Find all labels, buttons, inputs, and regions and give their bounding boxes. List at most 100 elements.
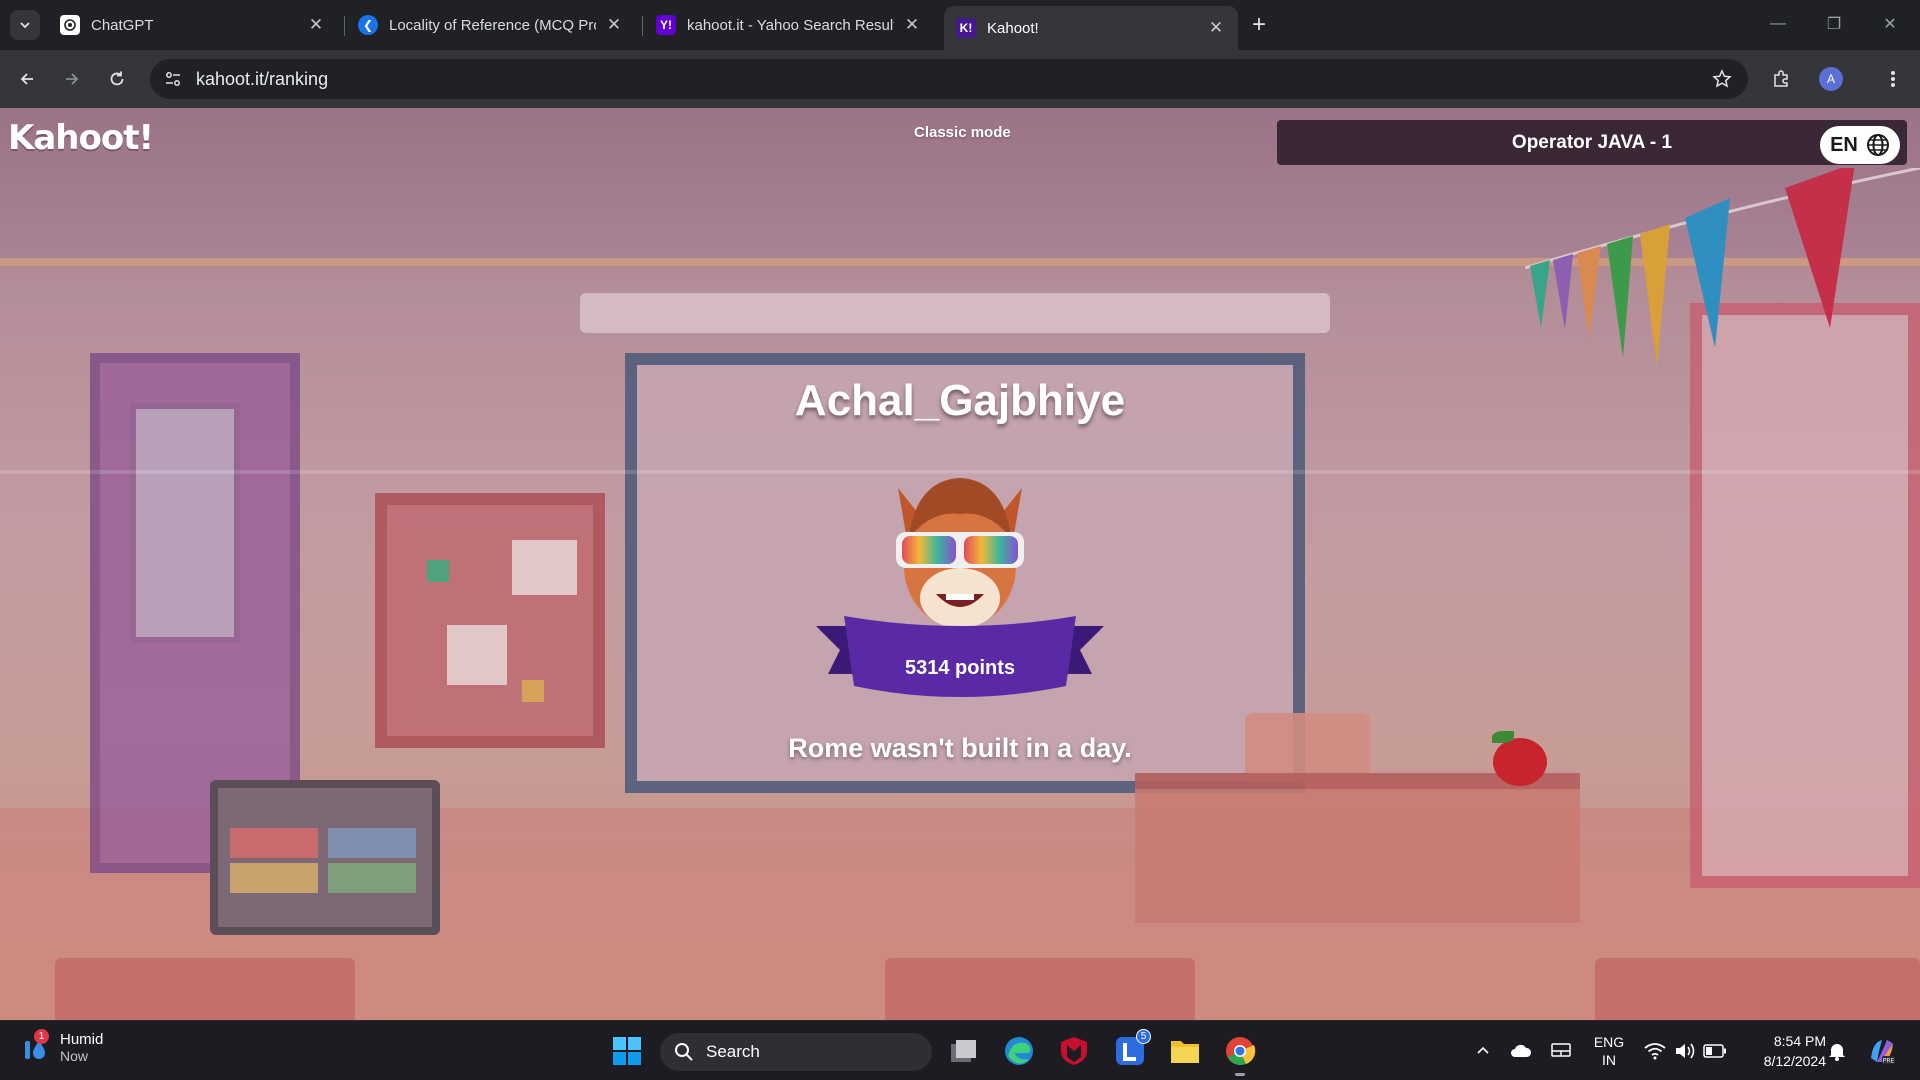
monitor-icon (1551, 1043, 1571, 1057)
battery-tray[interactable] (1700, 1021, 1730, 1080)
clock-date: 8/12/2024 (1763, 1053, 1826, 1069)
encouragement-message: Rome wasn't built in a day. (788, 733, 1132, 763)
store-app[interactable]: 5 (1110, 1029, 1151, 1071)
weather-title: Humid (60, 1031, 104, 1048)
chrome-app[interactable] (1220, 1031, 1260, 1076)
chatgpt-icon (60, 15, 80, 35)
kahoot-logo[interactable]: Kahoot! (8, 118, 154, 158)
input-region: IN (1602, 1052, 1616, 1068)
display-tray[interactable] (1546, 1021, 1576, 1080)
clock[interactable]: 8:54 PM 8/12/2024 (1742, 1021, 1826, 1080)
player-name: Achal_Gajbhiye (794, 376, 1126, 425)
tab-title: Kahoot! (987, 19, 1039, 37)
puzzle-icon (1774, 70, 1788, 87)
copilot-icon: PRE (1871, 1040, 1895, 1065)
onedrive-tray[interactable] (1506, 1021, 1536, 1080)
clock-time: 8:54 PM (1773, 1033, 1826, 1049)
folder-icon (1171, 1041, 1199, 1063)
tab-locality-of-reference[interactable]: ❮ Locality of Reference (MCQ Pro ✕ (346, 8, 636, 42)
chevron-down-icon (20, 22, 30, 29)
edge-app[interactable] (999, 1031, 1039, 1071)
kahoot-ranking-page: Kahoot! Classic mode Operator JAVA - 1 E… (0, 108, 1920, 1020)
quiz-title: Operator JAVA - 1 (1511, 131, 1673, 153)
back-button[interactable] (11, 63, 43, 95)
language-indicator[interactable]: ENG IN (1592, 1021, 1626, 1080)
weather-widget[interactable]: 1 Humid Now (20, 1028, 104, 1064)
tab-chatgpt[interactable]: ChatGPT ✕ (48, 8, 338, 42)
horse-avatar-icon (896, 478, 1024, 628)
task-view-icon (951, 1040, 976, 1062)
search-label: Search (706, 1042, 760, 1061)
profile-button[interactable]: A (1815, 63, 1847, 95)
svg-text:PRE: PRE (1883, 1058, 1895, 1065)
close-icon: ✕ (1883, 16, 1897, 33)
close-tab-icon[interactable]: ✕ (1206, 18, 1226, 38)
chevron-up-icon (1477, 1046, 1489, 1054)
site-info-button[interactable] (158, 64, 188, 94)
tab-title: Locality of Reference (MCQ Pro (389, 16, 596, 34)
taskbar-search[interactable]: Search (660, 1033, 932, 1071)
game-mode-label: Classic mode (914, 124, 1011, 141)
tab-yahoo-search[interactable]: Y! kahoot.it - Yahoo Search Result ✕ (644, 8, 934, 42)
show-hidden-icons[interactable] (1468, 1021, 1498, 1080)
tab-search-button[interactable] (10, 10, 40, 40)
close-tab-icon[interactable]: ✕ (306, 15, 326, 35)
copilot-button[interactable]: PRE (1864, 1021, 1900, 1080)
restore-icon: ❐ (1826, 16, 1842, 33)
input-language: ENG (1593, 1034, 1625, 1050)
network-tray[interactable] (1640, 1021, 1670, 1080)
close-window-button[interactable]: ✕ (1862, 0, 1918, 48)
mcafee-shield-icon (1061, 1037, 1087, 1065)
humidity-icon: 1 (20, 1028, 50, 1063)
avatar: A (1819, 67, 1843, 91)
task-view-button[interactable] (944, 1031, 984, 1071)
chrome-icon (1226, 1037, 1256, 1066)
bell-icon (1829, 1044, 1845, 1061)
file-explorer-app[interactable] (1165, 1031, 1205, 1071)
more-vert-icon (1891, 71, 1895, 87)
reload-button[interactable] (101, 63, 133, 95)
volume-tray[interactable] (1670, 1021, 1700, 1080)
globe-icon (1866, 134, 1889, 156)
restore-button[interactable]: ❐ (1806, 0, 1862, 48)
forward-button[interactable] (56, 63, 88, 95)
minimize-icon: — (1770, 15, 1786, 32)
bookmark-button[interactable] (1708, 65, 1736, 93)
player-points: 5314 points (904, 657, 1016, 679)
tab-title: kahoot.it - Yahoo Search Result (687, 16, 894, 34)
tab-strip: ChatGPT ✕ ❮ Locality of Reference (MCQ P… (0, 0, 1920, 50)
yahoo-icon: Y! (656, 15, 676, 35)
notifications-button[interactable] (1822, 1021, 1852, 1080)
tune-icon (166, 72, 180, 86)
address-bar[interactable]: kahoot.it/ranking (150, 59, 1748, 99)
battery-icon (1703, 1044, 1726, 1058)
tab-separator (344, 16, 345, 36)
extensions-button[interactable] (1765, 63, 1797, 95)
edge-browser-icon (1005, 1037, 1033, 1065)
start-button[interactable] (607, 1031, 647, 1071)
browser-toolbar: kahoot.it/ranking A (0, 50, 1920, 108)
weather-badge: 1 (34, 1028, 49, 1044)
mcafee-app[interactable] (1054, 1031, 1094, 1071)
back-arrow-icon (20, 73, 33, 85)
kahoot-icon: K! (956, 18, 976, 38)
running-indicator (1235, 1073, 1245, 1076)
tab-kahoot[interactable]: K! Kahoot! ✕ (944, 6, 1238, 50)
browser-menu-button[interactable] (1877, 63, 1909, 95)
language-code: EN (1830, 133, 1858, 156)
bunting-decoration (1525, 168, 1920, 368)
forward-arrow-icon (66, 73, 79, 85)
minimize-button[interactable]: — (1750, 0, 1806, 48)
close-tab-icon[interactable]: ✕ (604, 15, 624, 35)
store-badge: 5 (1136, 1029, 1151, 1044)
tab-separator (642, 16, 643, 36)
language-selector[interactable]: EN (1820, 126, 1900, 164)
url-text: kahoot.it/ranking (196, 69, 329, 89)
star-icon (1712, 69, 1732, 88)
new-tab-button[interactable]: + (1244, 10, 1274, 40)
close-tab-icon[interactable]: ✕ (902, 15, 922, 35)
windows-start-icon (613, 1037, 641, 1065)
search-icon (675, 1043, 693, 1061)
quiz-title-banner: Operator JAVA - 1 (1277, 120, 1907, 165)
plus-icon: + (1251, 11, 1266, 38)
